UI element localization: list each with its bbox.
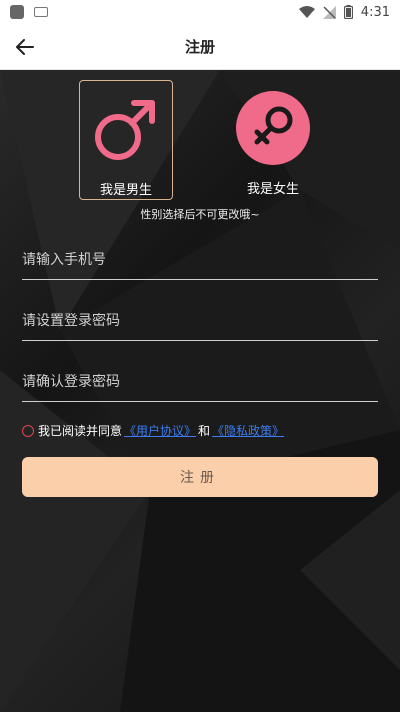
- signal-off-icon: [322, 5, 336, 19]
- back-button[interactable]: [10, 32, 40, 62]
- status-right: 4:31: [298, 4, 390, 20]
- register-button[interactable]: 注册: [22, 457, 378, 497]
- battery-icon: [343, 5, 353, 19]
- confirm-password-input[interactable]: [22, 373, 378, 390]
- register-content: 我是男生 我是女生 性别选择后不可更改哦~ 我已阅读并同意 《用户协议》 和 《…: [0, 70, 400, 712]
- privacy-policy-link[interactable]: 《隐私政策》: [212, 422, 284, 439]
- password-input[interactable]: [22, 312, 378, 329]
- phone-input[interactable]: [22, 251, 378, 268]
- phone-field-row: [22, 240, 378, 280]
- gender-male-option[interactable]: 我是男生: [79, 80, 173, 200]
- agreement-row: 我已阅读并同意 《用户协议》 和 《隐私政策》: [22, 422, 284, 439]
- confirm-password-field-row: [22, 362, 378, 402]
- wifi-icon: [298, 5, 315, 18]
- male-label: 我是男生: [99, 183, 152, 198]
- user-agreement-link[interactable]: 《用户协议》: [124, 422, 196, 439]
- clock: 4:31: [360, 4, 390, 20]
- page-title: 注册: [184, 38, 215, 56]
- app-bar: 注册: [0, 24, 400, 70]
- status-bar: 4:31: [0, 0, 400, 24]
- agreement-prefix: 我已阅读并同意: [38, 424, 123, 438]
- female-label: 我是女生: [246, 182, 299, 197]
- password-field-row: [22, 301, 378, 341]
- agreement-and: 和: [198, 424, 211, 438]
- female-symbol-icon: [236, 91, 310, 165]
- keyboard-icon: [34, 7, 48, 17]
- male-symbol-icon: [95, 100, 155, 160]
- status-left: [10, 5, 48, 19]
- arrow-left-icon: [16, 39, 34, 55]
- agreement-checkbox[interactable]: [22, 424, 34, 437]
- gender-female-option[interactable]: 我是女生: [226, 80, 320, 200]
- app-notification-icon: [10, 5, 24, 19]
- gender-hint: 性别选择后不可更改哦~: [140, 208, 260, 221]
